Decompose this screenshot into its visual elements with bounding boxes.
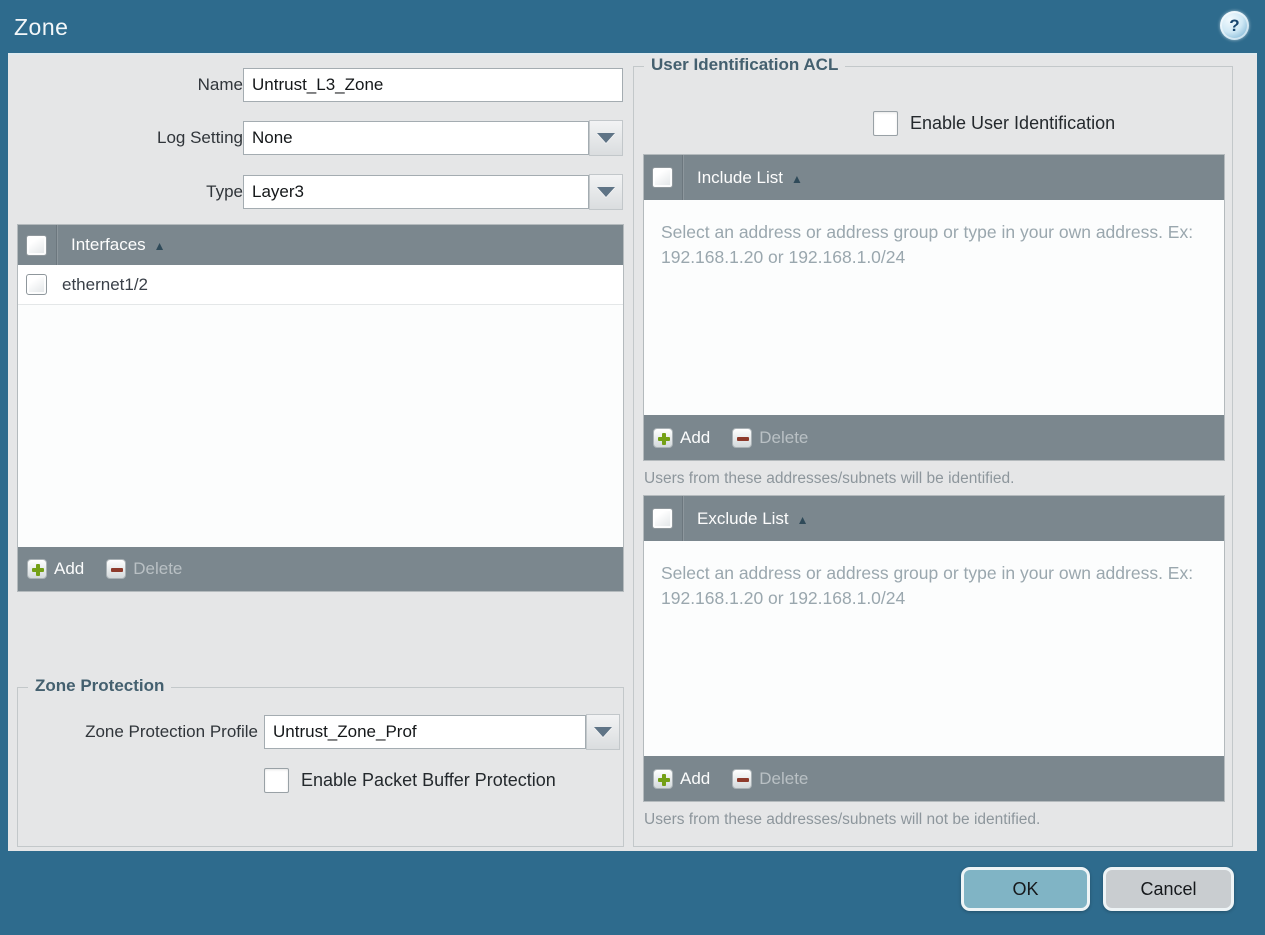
include-list-header[interactable]: Include List ▲: [644, 155, 1224, 200]
log-setting-label: Log Setting: [156, 128, 243, 147]
zone-protection-profile-input[interactable]: [264, 715, 586, 749]
packet-buffer-protection-checkbox[interactable]: [264, 768, 289, 793]
exclude-list-body[interactable]: Select an address or address group or ty…: [644, 541, 1224, 756]
user-identification-legend: User Identification ACL: [644, 55, 846, 75]
type-input[interactable]: [243, 175, 589, 209]
cancel-button[interactable]: Cancel: [1103, 867, 1234, 911]
enable-user-identification-checkbox[interactable]: [873, 111, 898, 136]
include-list-footer: Add Delete: [644, 415, 1224, 460]
header-divider: [682, 496, 683, 541]
interfaces-table-body: ethernet1/2: [18, 265, 623, 547]
minus-icon: [732, 768, 753, 789]
sort-asc-icon: ▲: [796, 512, 809, 527]
chevron-down-icon: [597, 133, 615, 143]
interface-name: ethernet1/2: [62, 274, 149, 294]
name-label: Name: [197, 75, 243, 94]
sort-asc-icon: ▲: [153, 239, 166, 253]
plus-icon: [653, 427, 673, 448]
zone-protection-section: Zone Protection Zone Protection Profile …: [17, 676, 624, 847]
header-divider: [682, 155, 683, 200]
type-label: Type: [206, 182, 243, 201]
interfaces-table-header[interactable]: Interfaces ▲: [18, 225, 623, 265]
sort-asc-icon: ▲: [791, 171, 803, 186]
dialog-body: Name Log Setting Type Interfaces ▲ ether…: [8, 53, 1257, 851]
dialog-titlebar: Zone ?: [0, 0, 1265, 53]
help-icon[interactable]: ?: [1220, 11, 1249, 40]
interfaces-delete-button[interactable]: Delete: [106, 559, 182, 579]
interfaces-table: Interfaces ▲ ethernet1/2 Add Delete: [17, 224, 624, 592]
dialog-footer: OK Cancel: [0, 851, 1265, 935]
exclude-list-caption: Users from these addresses/subnets will …: [644, 811, 1041, 828]
packet-buffer-protection-label: Enable Packet Buffer Protection: [301, 770, 556, 790]
enable-user-identification-row: Enable User Identification: [873, 111, 1115, 136]
help-glyph: ?: [1229, 15, 1240, 35]
log-setting-dropdown-button[interactable]: [589, 120, 623, 156]
plus-icon: [653, 768, 673, 789]
include-list-table: Include List ▲ Select an address or addr…: [643, 154, 1225, 461]
interfaces-select-all-checkbox[interactable]: [26, 234, 47, 256]
include-delete-button[interactable]: Delete: [732, 427, 808, 448]
chevron-down-icon: [594, 727, 612, 737]
minus-icon: [732, 427, 753, 448]
exclude-list-column-header: Exclude List: [697, 508, 789, 528]
zone-protection-legend: Zone Protection: [28, 676, 172, 696]
interfaces-add-button[interactable]: Add: [27, 559, 84, 579]
exclude-list-placeholder: Select an address or address group or ty…: [661, 563, 1194, 608]
include-list-placeholder: Select an address or address group or ty…: [661, 222, 1194, 267]
chevron-down-icon: [597, 187, 615, 197]
plus-icon: [27, 559, 47, 579]
exclude-delete-button[interactable]: Delete: [732, 768, 808, 789]
name-input[interactable]: [243, 68, 623, 102]
include-add-button[interactable]: Add: [653, 427, 710, 448]
interface-row-checkbox[interactable]: [26, 274, 47, 295]
enable-user-identification-label: Enable User Identification: [910, 113, 1116, 133]
ok-button[interactable]: OK: [961, 867, 1090, 911]
minus-icon: [106, 559, 127, 579]
table-row[interactable]: ethernet1/2: [18, 265, 623, 305]
include-select-all-checkbox[interactable]: [652, 167, 673, 188]
exclude-add-button[interactable]: Add: [653, 768, 710, 789]
zone-protection-profile-label: Zone Protection Profile: [85, 722, 258, 741]
zone-protection-profile-dropdown-button[interactable]: [586, 714, 620, 750]
packet-buffer-protection-row: Enable Packet Buffer Protection: [264, 768, 556, 793]
exclude-list-table: Exclude List ▲ Select an address or addr…: [643, 495, 1225, 802]
dialog-title: Zone: [14, 14, 69, 40]
exclude-select-all-checkbox[interactable]: [652, 508, 673, 529]
exclude-list-header[interactable]: Exclude List ▲: [644, 496, 1224, 541]
include-list-column-header: Include List: [697, 167, 783, 187]
user-identification-section: User Identification ACL Enable User Iden…: [633, 55, 1233, 847]
log-setting-input[interactable]: [243, 121, 589, 155]
exclude-list-footer: Add Delete: [644, 756, 1224, 801]
type-dropdown-button[interactable]: [589, 174, 623, 210]
interfaces-column-header: Interfaces: [71, 235, 146, 254]
include-list-caption: Users from these addresses/subnets will …: [644, 470, 1015, 487]
include-list-body[interactable]: Select an address or address group or ty…: [644, 200, 1224, 415]
interfaces-table-footer: Add Delete: [18, 547, 623, 591]
header-divider: [56, 225, 57, 265]
